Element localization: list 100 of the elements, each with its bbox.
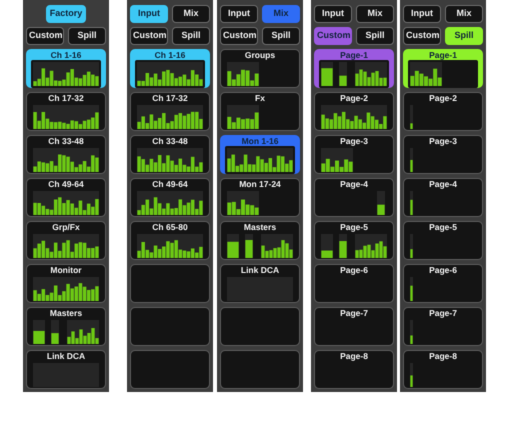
bank-tile[interactable]: Link DCA [220, 264, 300, 303]
bank-label: Mon 1-16 [242, 137, 278, 146]
bank-label: Masters [244, 223, 276, 232]
mode-button[interactable]: Mix [356, 5, 394, 23]
bank-tile[interactable]: Page-2 [314, 92, 394, 131]
mode-button[interactable]: Spill [262, 27, 300, 45]
bank-label: Page-8 [429, 352, 457, 361]
bank-tile[interactable]: Page-1 [403, 49, 483, 88]
bank-label: Masters [50, 309, 82, 318]
bank-label: Ch 49-64 [48, 180, 84, 189]
level-meter-drawing [137, 62, 203, 86]
bank-tile[interactable]: Page-4 [403, 178, 483, 217]
bank-label: Ch 33-48 [152, 137, 188, 146]
bank-tile[interactable]: Fx [220, 92, 300, 131]
bank-tile[interactable]: Grp/Fx [26, 221, 106, 260]
bank-tile[interactable]: Page-6 [403, 264, 483, 303]
bank-tile[interactable]: Monitor [26, 264, 106, 303]
level-meter-drawing [33, 105, 99, 129]
bank-tile[interactable]: Groups [220, 49, 300, 88]
bank-label: Page-4 [429, 180, 457, 189]
bank-tile[interactable]: Ch 17-32 [26, 92, 106, 131]
mode-button[interactable]: Spill [172, 27, 210, 45]
bank-label: Page-5 [340, 223, 368, 232]
mode-button[interactable]: Custom [314, 27, 352, 45]
level-meter-drawing [321, 234, 387, 258]
bank-tile[interactable]: Page-3 [403, 135, 483, 174]
bank-tile[interactable]: Page-5 [314, 221, 394, 260]
level-meter-drawing [33, 277, 99, 301]
bank-label: Mon 17-24 [239, 180, 281, 189]
bank-tile[interactable] [130, 264, 210, 303]
mode-button[interactable]: Custom [403, 27, 441, 45]
bank-label: Ch 1-16 [50, 51, 82, 60]
bank-tile[interactable]: Ch 49-64 [130, 178, 210, 217]
bank-tile[interactable]: Masters [26, 307, 106, 346]
bank-tile[interactable]: Page-7 [403, 307, 483, 346]
bank-tile[interactable]: Ch 33-48 [26, 135, 106, 174]
level-meter-drawing [321, 148, 353, 172]
mode-button[interactable]: Spill [445, 27, 483, 45]
bank-label: Ch 33-48 [48, 137, 84, 146]
bank-tile[interactable]: Ch 1-16 [130, 49, 210, 88]
mode-button[interactable]: Factory [46, 5, 86, 23]
bank-tile[interactable]: Page-3 [314, 135, 394, 174]
level-meter-drawing [33, 148, 99, 172]
mode-button[interactable]: Spill [356, 27, 394, 45]
level-meter-drawing [227, 277, 293, 301]
bank-label: Page-4 [340, 180, 368, 189]
bank-label: Fx [255, 94, 265, 103]
bank-tile[interactable]: Page-4 [314, 178, 394, 217]
bank-tile[interactable]: Ch 1-16 [26, 49, 106, 88]
bank-tile[interactable]: Mon 17-24 [220, 178, 300, 217]
level-meter-drawing [410, 148, 413, 172]
level-meter-drawing [137, 105, 203, 129]
bank-label: Page-5 [429, 223, 457, 232]
bank-tile[interactable]: Ch 33-48 [130, 135, 210, 174]
level-meter-drawing [410, 277, 413, 301]
bank-label: Ch 17-32 [48, 94, 84, 103]
bank-tile[interactable] [220, 307, 300, 346]
level-meter-drawing [321, 105, 387, 129]
level-meter-drawing [410, 320, 413, 344]
mode-button[interactable]: Input [130, 5, 168, 23]
level-meter-drawing [137, 148, 203, 172]
bank-label: Link DCA [240, 266, 280, 275]
level-meter-drawing [410, 363, 413, 387]
mode-button[interactable]: Custom [130, 27, 168, 45]
bank-label: Monitor [50, 266, 82, 275]
mode-button[interactable]: Input [403, 5, 441, 23]
mode-button[interactable]: Spill [68, 27, 106, 45]
bank-tile[interactable] [130, 350, 210, 389]
mode-button[interactable]: Mix [172, 5, 210, 23]
bank-tile[interactable]: Page-1 [314, 49, 394, 88]
bank-tile[interactable]: Masters [220, 221, 300, 260]
bank-tile[interactable]: Page-5 [403, 221, 483, 260]
bank-tile[interactable]: Ch 49-64 [26, 178, 106, 217]
bank-tile[interactable]: Link DCA [26, 350, 106, 389]
bank-tile[interactable]: Page-8 [314, 350, 394, 389]
bank-tile[interactable]: Ch 17-32 [130, 92, 210, 131]
level-meter-drawing [377, 191, 385, 215]
bank-label: Groups [244, 51, 276, 60]
mode-button[interactable]: Input [314, 5, 352, 23]
bank-label: Page-1 [429, 51, 457, 60]
bank-tile[interactable]: Page-2 [403, 92, 483, 131]
bank-label: Ch 17-32 [152, 94, 188, 103]
mode-button[interactable]: Mix [445, 5, 483, 23]
bank-label: Ch 65-80 [152, 223, 188, 232]
bank-tile[interactable] [220, 350, 300, 389]
level-meter-drawing [137, 191, 203, 215]
level-meter-drawing [227, 62, 259, 86]
bank-tile[interactable]: Page-6 [314, 264, 394, 303]
mode-button[interactable]: Custom [26, 27, 64, 45]
bank-tile[interactable] [130, 307, 210, 346]
bank-tile[interactable]: Page-8 [403, 350, 483, 389]
bank-label: Ch 49-64 [152, 180, 188, 189]
level-meter-drawing [410, 62, 442, 86]
bank-tile[interactable]: Page-7 [314, 307, 394, 346]
level-meter-drawing [33, 320, 99, 344]
bank-label: Page-2 [340, 94, 368, 103]
mode-button[interactable]: Custom [220, 27, 258, 45]
bank-tile[interactable]: Ch 65-80 [130, 221, 210, 260]
mode-button[interactable]: Input [220, 5, 258, 23]
level-meter-drawing [227, 148, 293, 172]
